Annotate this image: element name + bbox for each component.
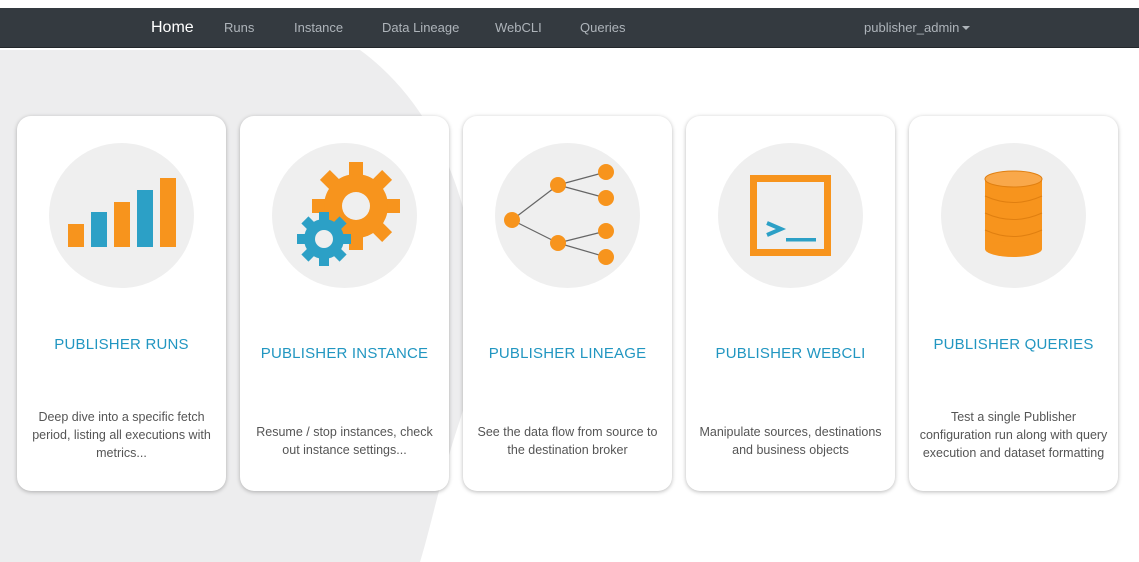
card-title: PUBLISHER RUNS [54, 336, 189, 353]
nav-webcli[interactable]: WebCLI [495, 8, 542, 48]
terminal-icon [750, 175, 831, 256]
database-icon [984, 170, 1043, 257]
card-description: Manipulate sources, destinations and bus… [699, 425, 882, 457]
top-navbar: Home Runs Instance Data Lineage WebCLI Q… [0, 8, 1139, 48]
nav-home[interactable]: Home [151, 8, 194, 48]
card-publisher-queries[interactable]: PUBLISHER QUERIES Test a single Publishe… [909, 116, 1118, 491]
card-publisher-webcli[interactable]: PUBLISHER WEBCLI Manipulate sources, des… [686, 116, 895, 491]
icon-circle [495, 143, 640, 288]
card-title: PUBLISHER LINEAGE [488, 345, 647, 362]
card-title: PUBLISHER WEBCLI [715, 345, 866, 362]
card-description: Test a single Publisher configuration ru… [919, 410, 1108, 460]
card-publisher-runs[interactable]: PUBLISHER RUNS Deep dive into a specific… [17, 116, 226, 491]
card-description: See the data flow from source to the des… [477, 425, 658, 457]
icon-circle [49, 143, 194, 288]
user-name: publisher_admin [864, 20, 960, 35]
card-publisher-lineage[interactable]: PUBLISHER LINEAGE See the data flow from… [463, 116, 672, 491]
caret-down-icon [962, 26, 971, 30]
card-description: Resume / stop instances, check out insta… [256, 425, 433, 457]
user-menu-dropdown[interactable]: publisher_admin [864, 8, 971, 48]
nav-data-lineage[interactable]: Data Lineage [382, 8, 459, 48]
card-title: PUBLISHER QUERIES [933, 336, 1094, 353]
card-description: Deep dive into a specific fetch period, … [32, 410, 211, 460]
icon-circle [941, 143, 1086, 288]
nav-instance[interactable]: Instance [294, 8, 343, 48]
icon-circle [718, 143, 863, 288]
card-title: PUBLISHER INSTANCE [260, 345, 429, 362]
icon-circle [272, 143, 417, 288]
network-tree-icon [504, 164, 614, 265]
nav-queries[interactable]: Queries [580, 8, 626, 48]
bar-chart-icon [68, 178, 176, 247]
card-publisher-instance[interactable]: PUBLISHER INSTANCE Resume / stop instanc… [240, 116, 449, 491]
nav-runs[interactable]: Runs [224, 8, 254, 48]
gears-icon [297, 162, 400, 266]
